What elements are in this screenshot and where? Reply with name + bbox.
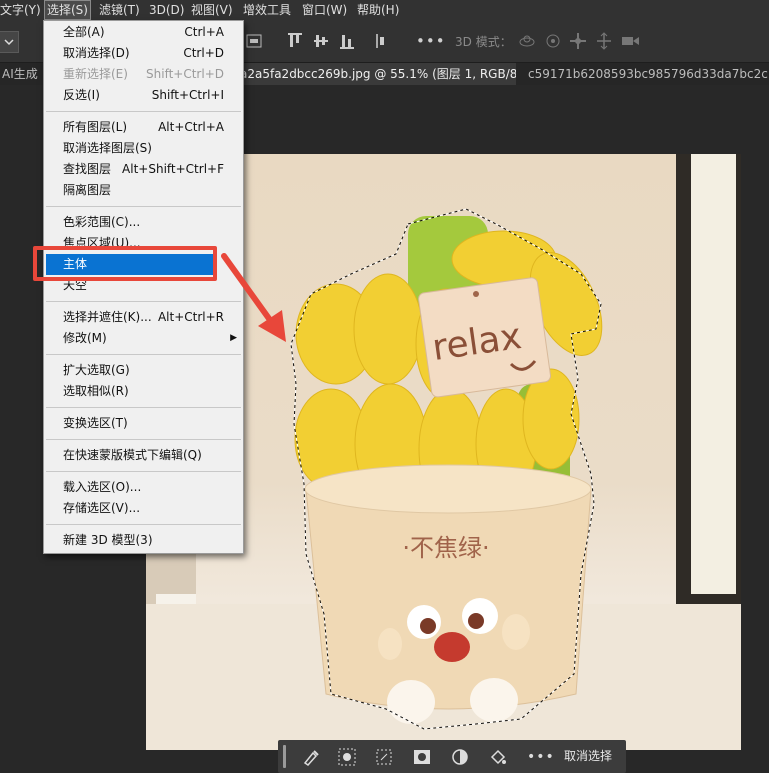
align-vcenter-icon[interactable] xyxy=(313,32,329,50)
menu-separator xyxy=(46,471,241,472)
menu-plugins[interactable]: 增效工具 xyxy=(243,0,291,20)
menu-window[interactable]: 窗口(W) xyxy=(302,0,347,20)
3d-mode-label: 3D 模式： xyxy=(455,35,512,49)
roll-3d-icon[interactable] xyxy=(544,32,562,50)
tab-label: a2a5fa2dbcc269b.jpg @ 55.1% (图层 1, RGB/8… xyxy=(240,67,516,81)
menu-item-load-selection[interactable]: 载入选区(O)... xyxy=(44,477,243,498)
align-bottom-icon[interactable] xyxy=(339,32,355,50)
tab-label: c59171b6208593bc985796d33da7bc2c.jpg @ 5… xyxy=(528,67,769,81)
more-options-icon[interactable]: ••• xyxy=(416,33,446,49)
menu-separator xyxy=(46,111,241,112)
menu-separator xyxy=(46,439,241,440)
menu-separator xyxy=(46,206,241,207)
invert-icon[interactable] xyxy=(451,748,469,766)
menu-item-similar[interactable]: 选取相似(R) xyxy=(44,381,243,402)
menu-item-deselect-layers[interactable]: 取消选择图层(S) xyxy=(44,138,243,159)
menu-item-deselect[interactable]: 取消选择(D) Ctrl+D xyxy=(44,43,243,64)
menu-3d[interactable]: 3D(D) xyxy=(149,0,184,20)
menu-separator xyxy=(46,301,241,302)
menu-item-modify[interactable]: 修改(M) ▶ xyxy=(44,328,243,349)
dropdown-chevron-icon[interactable] xyxy=(0,31,19,53)
transform-selection-icon[interactable] xyxy=(375,748,393,766)
menu-separator xyxy=(46,354,241,355)
menu-type[interactable]: 文字(Y) xyxy=(0,0,41,20)
menu-help[interactable]: 帮助(H) xyxy=(357,0,399,20)
drag-3d-icon[interactable] xyxy=(569,32,587,50)
menu-item-grow[interactable]: 扩大选取(G) xyxy=(44,360,243,381)
menu-item-transform-selection[interactable]: 变换选区(T) xyxy=(44,413,243,434)
menu-item-isolate-layers[interactable]: 隔离图层 xyxy=(44,180,243,201)
tab-ai-generated[interactable]: AI生成 xyxy=(0,63,46,85)
menu-view[interactable]: 视图(V) xyxy=(191,0,233,20)
scale-3d-icon[interactable] xyxy=(621,33,641,49)
menu-select[interactable]: 选择(S) xyxy=(44,0,91,20)
contextual-task-bar: ••• 取消选择 xyxy=(278,740,626,773)
tab-document-2[interactable]: c59171b6208593bc985796d33da7bc2c.jpg @ 5… xyxy=(528,63,769,85)
menu-separator xyxy=(46,524,241,525)
align-left-edge-icon[interactable] xyxy=(246,34,262,48)
distribute-icon[interactable] xyxy=(373,32,389,50)
menu-filter[interactable]: 滤镜(T) xyxy=(99,0,140,20)
menu-bar: 文字(Y) 选择(S) 滤镜(T) 3D(D) 视图(V) 增效工具 窗口(W)… xyxy=(0,0,769,20)
menu-item-select-and-mask[interactable]: 选择并遮住(K)... Alt+Ctrl+R xyxy=(44,307,243,328)
deselect-button[interactable]: 取消选择 xyxy=(564,740,612,773)
annotation-arrow-icon xyxy=(221,253,286,342)
orbit-3d-icon[interactable] xyxy=(518,32,536,50)
menu-item-find-layers[interactable]: 查找图层 Alt+Shift+Ctrl+F xyxy=(44,159,243,180)
menu-item-quick-mask[interactable]: 在快速蒙版模式下编辑(Q) xyxy=(44,445,243,466)
pot-text: ·不焦绿· xyxy=(402,534,489,562)
fill-icon[interactable] xyxy=(489,748,507,766)
menu-item-inverse[interactable]: 反选(I) Shift+Ctrl+I xyxy=(44,85,243,106)
menu-item-new-3d-model[interactable]: 新建 3D 模型(3) xyxy=(44,530,243,551)
menu-item-all-layers[interactable]: 所有图层(L) Alt+Ctrl+A xyxy=(44,117,243,138)
menu-item-save-selection[interactable]: 存储选区(V)... xyxy=(44,498,243,519)
highlight-box xyxy=(33,246,217,281)
menu-item-select-all[interactable]: 全部(A) Ctrl+A xyxy=(44,22,243,43)
brush-select-icon[interactable] xyxy=(302,748,320,766)
select-subject-icon[interactable] xyxy=(338,748,356,766)
more-options-icon[interactable]: ••• xyxy=(527,749,555,765)
slide-3d-icon[interactable] xyxy=(595,32,613,50)
select-menu-dropdown: 全部(A) Ctrl+A 取消选择(D) Ctrl+D 重新选择(E) Shift+C… xyxy=(43,20,244,554)
tab-label: AI生成 xyxy=(2,67,38,81)
menu-item-color-range[interactable]: 色彩范围(C)... xyxy=(44,212,243,233)
menu-item-reselect[interactable]: 重新选择(E) Shift+Ctrl+D xyxy=(44,64,243,85)
align-top-icon[interactable] xyxy=(287,32,303,50)
menu-separator xyxy=(46,407,241,408)
drag-handle-icon[interactable] xyxy=(283,745,286,768)
mask-icon[interactable] xyxy=(413,748,431,766)
